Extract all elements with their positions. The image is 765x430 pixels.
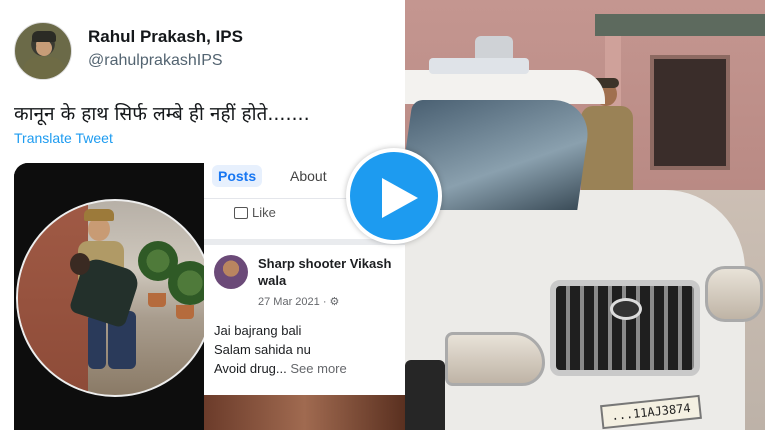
thumbs-up-icon	[234, 206, 248, 219]
author-name[interactable]: Rahul Prakash, IPS	[88, 27, 243, 47]
see-more-link: See more	[290, 361, 347, 376]
fb-post-line: Salam sahida nu	[214, 342, 311, 357]
fb-post-author: Sharp shooter Vikash wala	[258, 256, 392, 288]
suv-roof	[405, 36, 605, 104]
arrest-photo	[16, 199, 214, 397]
bent-man-head	[70, 253, 90, 275]
fb-post-date: 27 Mar 2021 · ⚙	[258, 295, 339, 308]
mahindra-logo	[610, 298, 642, 320]
tab-posts[interactable]: Posts	[212, 165, 263, 187]
tweet-card: Rahul Prakash, IPS @rahulprakashIPS कानू…	[0, 0, 405, 430]
policeman-cap	[84, 209, 114, 221]
headlight-right	[705, 266, 763, 322]
video-frame[interactable]: ...11AJ3874	[405, 0, 765, 430]
tweet-text: कानून के हाथ सिर्फ लम्बे ही नहीं होते...…	[14, 103, 310, 125]
author-handle[interactable]: @rahulprakashIPS	[88, 52, 223, 70]
globe-icon: ⚙	[329, 296, 340, 308]
plant-pot	[148, 293, 166, 307]
avatar-cap	[32, 31, 56, 42]
police-suv: ...11AJ3874	[405, 36, 765, 430]
author-avatar[interactable]	[14, 22, 72, 80]
avatar-uniform	[23, 57, 65, 79]
play-button[interactable]	[346, 148, 442, 244]
fb-post-line: Jai bajrang bali	[214, 323, 302, 338]
fb-profile-avatar	[214, 255, 248, 289]
headlight-left	[445, 332, 545, 386]
tyre	[405, 360, 445, 430]
fb-post-line-text: Avoid drug...	[214, 361, 291, 376]
media-photo-panel	[14, 163, 214, 430]
translate-tweet-link[interactable]: Translate Tweet	[14, 130, 113, 146]
like-button[interactable]: Like	[234, 205, 276, 220]
fb-date-text: 27 Mar 2021 ·	[258, 296, 330, 308]
fb-post-text: Jai bajrang bali Salam sahida nu Avoid d…	[214, 321, 347, 378]
tab-about[interactable]: About	[284, 165, 333, 187]
play-icon	[382, 178, 418, 218]
fb-post-line: Avoid drug... See more	[214, 359, 347, 378]
awning	[595, 14, 765, 36]
like-label: Like	[252, 205, 276, 220]
light-bar	[429, 58, 529, 74]
grille	[550, 280, 700, 376]
plant-pot	[176, 305, 194, 319]
fb-post-image	[204, 395, 405, 430]
avatar-face	[36, 40, 52, 56]
